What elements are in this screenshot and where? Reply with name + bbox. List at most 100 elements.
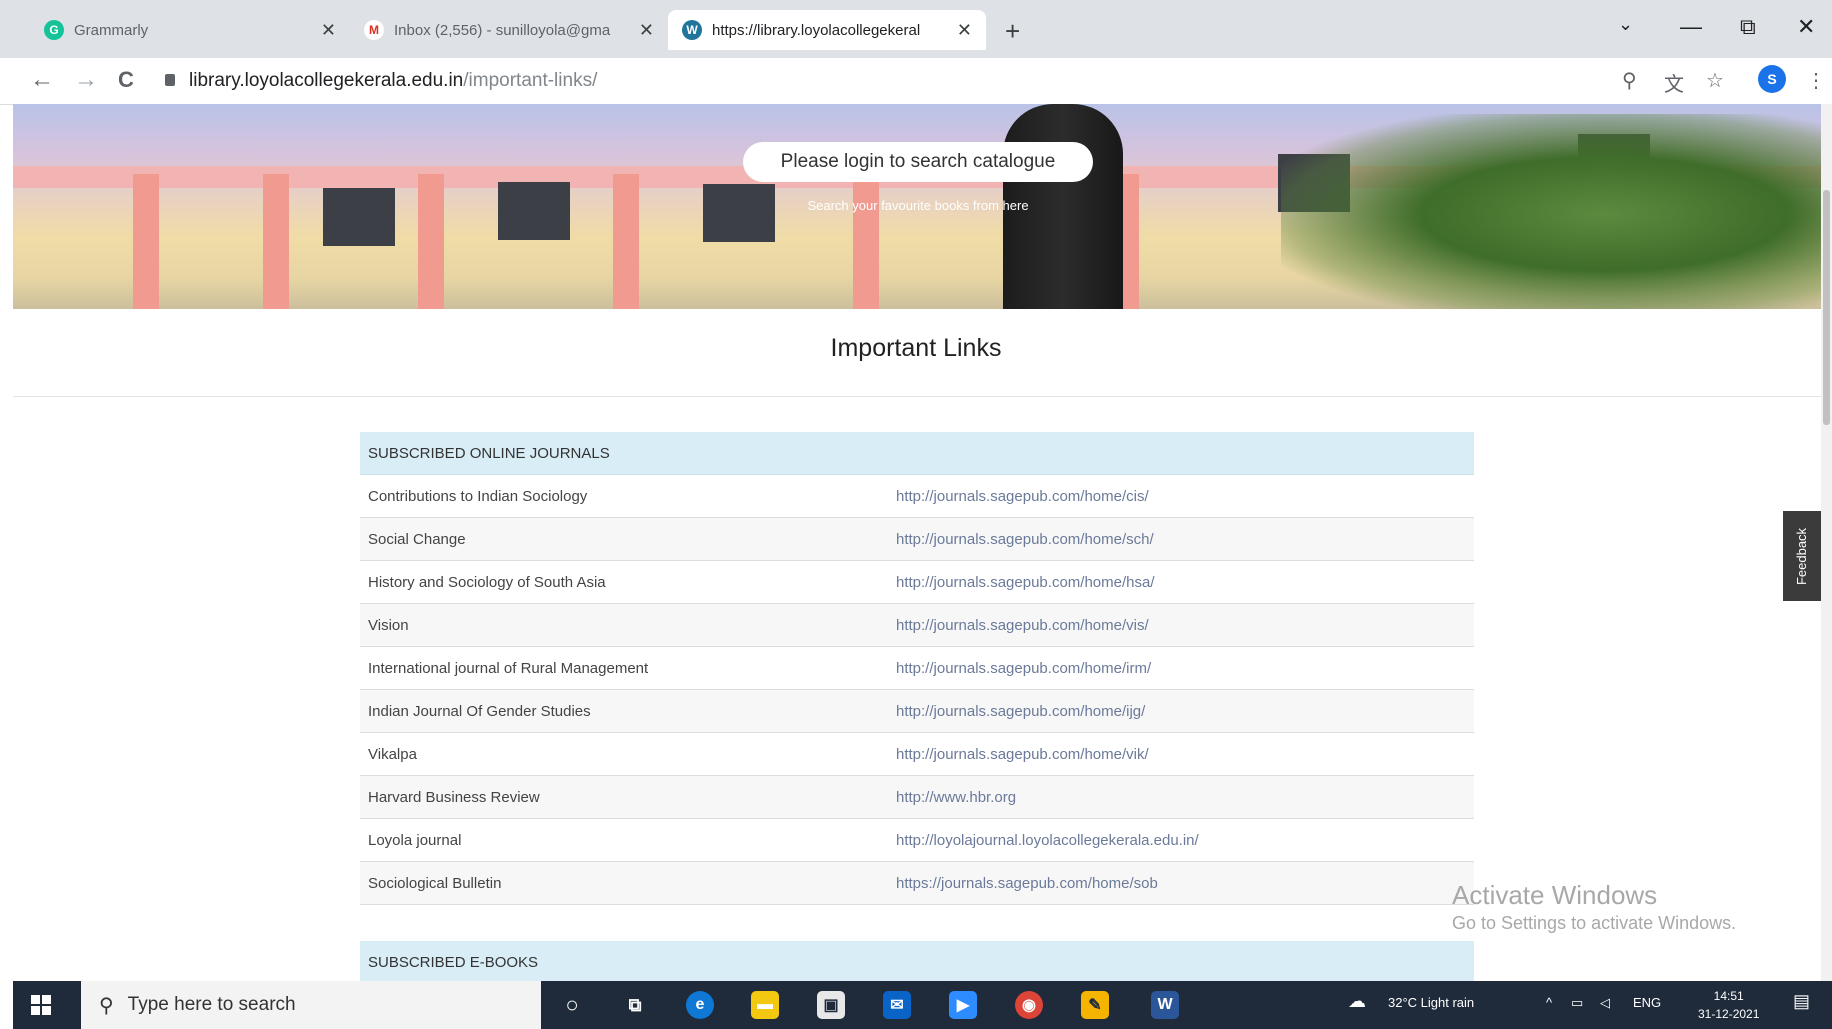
volume-icon[interactable]: ◁ [1600, 995, 1610, 1011]
taskbar-search-box[interactable]: ⚲ Type here to search [81, 981, 541, 1029]
store-icon[interactable]: ▣ [817, 991, 845, 1019]
forward-button[interactable]: → [74, 66, 98, 94]
notifications-icon[interactable]: ▤ [1793, 991, 1810, 1012]
journal-link[interactable]: http://journals.sagepub.com/home/ijg/ [896, 703, 1474, 720]
tab-grammarly[interactable]: G Grammarly ✕ [30, 10, 350, 50]
table-row: Contributions to Indian Sociology http://… [360, 475, 1474, 518]
feedback-label: Feedback [1794, 527, 1810, 585]
edge-icon[interactable]: e [686, 991, 714, 1019]
journal-name: Indian Journal Of Gender Studies [368, 702, 591, 720]
table-row: Vision http://journals.sagepub.com/home/v… [360, 604, 1474, 647]
journal-link[interactable]: http://journals.sagepub.com/home/sch/ [896, 531, 1474, 548]
profile-avatar[interactable]: S [1758, 65, 1786, 93]
journal-link[interactable]: http://loyolajournal.loyolacollegekerala… [896, 832, 1474, 849]
watermark-subtitle: Go to Settings to activate Windows. [1452, 913, 1737, 933]
browser-tab-strip: G Grammarly ✕ M Inbox (2,556) - sunilloy… [0, 0, 1832, 58]
table-row: History and Sociology of South Asia http:… [360, 561, 1474, 604]
close-icon[interactable]: ✕ [321, 20, 336, 41]
clock-time: 14:51 [1713, 989, 1744, 1003]
tab-search-button[interactable]: ⌄ [1618, 14, 1633, 35]
reload-button[interactable]: C [118, 67, 134, 93]
divider [13, 396, 1821, 397]
login-search-catalogue-button[interactable]: Please login to search catalogue [743, 142, 1093, 182]
feedback-button[interactable]: Feedback [1783, 511, 1821, 601]
activate-windows-watermark: Activate Windows Go to Settings to activ… [1452, 880, 1736, 934]
building-pillar [263, 174, 289, 309]
journal-link[interactable]: http://journals.sagepub.com/home/cis/ [896, 488, 1474, 505]
search-icon: ⚲ [99, 994, 114, 1017]
table-row: Sociological Bulletin https://journals.sa… [360, 862, 1474, 905]
hero-subtitle: Search your favourite books from here [807, 198, 1029, 213]
journal-link[interactable]: http://journals.sagepub.com/home/irm/ [896, 660, 1474, 677]
building-window [703, 184, 775, 242]
journal-name: Vision [368, 616, 409, 634]
clock-date: 31-12-2021 [1698, 1007, 1760, 1021]
tab-gmail[interactable]: M Inbox (2,556) - sunilloyola@gma ✕ [350, 10, 668, 50]
pencil-app-icon[interactable]: ✎ [1081, 991, 1109, 1019]
windows-start-icon[interactable] [31, 995, 51, 1015]
address-bar[interactable]: library.loyolacollegekerala.edu.in/impor… [165, 68, 597, 94]
journal-name: Social Change [368, 530, 466, 548]
wordpress-icon: W [682, 20, 702, 40]
table-heading: SUBSCRIBED ONLINE JOURNALS [360, 432, 1474, 475]
lock-icon[interactable] [165, 74, 175, 86]
ebooks-heading: SUBSCRIBED E-BOOKS [360, 941, 1474, 983]
journal-link[interactable]: http://journals.sagepub.com/home/hsa/ [896, 574, 1474, 591]
tab-label: Inbox (2,556) - sunilloyola@gma [394, 21, 611, 39]
word-icon[interactable]: W [1151, 991, 1179, 1019]
taskbar-search-placeholder: Type here to search [127, 994, 296, 1015]
building-pillar [133, 174, 159, 309]
restore-button[interactable]: ⧉ [1740, 14, 1756, 40]
journal-name: International journal of Rural Managemen… [368, 659, 649, 677]
building-pillar [418, 174, 444, 309]
tab-library[interactable]: W https://library.loyolacollegekeral ✕ [668, 10, 986, 50]
minimize-button[interactable]: — [1680, 14, 1702, 40]
journal-name: Contributions to Indian Sociology [368, 487, 588, 505]
page-title: Important Links [830, 334, 1002, 362]
journal-name: Loyola journal [368, 831, 462, 849]
trees [1281, 114, 1821, 309]
gmail-icon: M [364, 20, 384, 40]
building-window [323, 188, 395, 246]
close-icon[interactable]: ✕ [639, 20, 654, 41]
bookmark-star-icon[interactable]: ☆ [1706, 68, 1724, 93]
back-button[interactable]: ← [30, 66, 54, 94]
taskbar-clock[interactable]: 14:51 31-12-2021 [1698, 987, 1759, 1023]
journal-link[interactable]: http://journals.sagepub.com/home/vik/ [896, 746, 1474, 763]
close-icon[interactable]: ✕ [957, 20, 972, 41]
translate-icon[interactable]: 文 [1664, 68, 1684, 97]
journal-link[interactable]: https://journals.sagepub.com/home/sob [896, 875, 1474, 892]
close-window-button[interactable]: ✕ [1797, 14, 1815, 40]
watermark-title: Activate Windows [1452, 880, 1658, 910]
table-row: Loyola journal http://loyolajournal.loyol… [360, 819, 1474, 862]
network-icon[interactable]: ▭ [1571, 995, 1583, 1011]
weather-text[interactable]: 32°C Light rain [1388, 995, 1474, 1010]
table-row: Indian Journal Of Gender Studies http://j… [360, 690, 1474, 733]
journals-table: SUBSCRIBED ONLINE JOURNALS Contributions… [360, 432, 1474, 905]
mail-icon[interactable]: ✉ [883, 991, 911, 1019]
menu-icon[interactable]: ⋮ [1806, 68, 1826, 93]
language-indicator[interactable]: ENG [1633, 995, 1661, 1010]
journal-link[interactable]: http://journals.sagepub.com/home/vis/ [896, 617, 1474, 634]
scrollbar-thumb[interactable] [1823, 190, 1830, 425]
cortana-icon[interactable]: ○ [558, 991, 586, 1019]
new-tab-button[interactable]: + [1005, 16, 1020, 47]
browser-toolbar: ← → C library.loyolacollegekerala.edu.in… [0, 58, 1832, 105]
url-path: /important-links/ [463, 70, 598, 91]
building-window [498, 182, 570, 240]
chrome-icon[interactable]: ◉ [1015, 991, 1043, 1019]
table-row: Social Change http://journals.sagepub.com… [360, 518, 1474, 561]
journal-link[interactable]: http://www.hbr.org [896, 789, 1474, 806]
tab-label: Grammarly [74, 21, 149, 39]
file-explorer-icon[interactable]: ▬ [751, 991, 779, 1019]
zoom-icon[interactable]: ⚲ [1622, 68, 1637, 93]
tray-chevron-icon[interactable]: ^ [1546, 995, 1552, 1010]
building-pillar [853, 174, 879, 309]
building-pillar [613, 174, 639, 309]
tab-label: https://library.loyolacollegekeral [712, 21, 921, 39]
zoom-app-icon[interactable]: ▶ [949, 991, 977, 1019]
task-view-icon[interactable]: ⧉ [621, 991, 649, 1019]
weather-icon[interactable]: ☁ [1348, 991, 1366, 1012]
journal-name: Vikalpa [368, 745, 417, 763]
journal-name: Sociological Bulletin [368, 874, 502, 892]
